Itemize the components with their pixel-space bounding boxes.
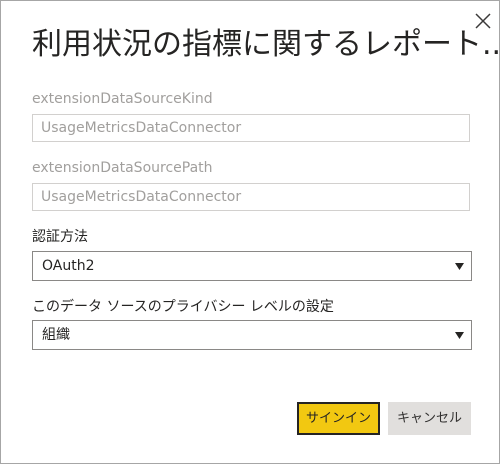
auth-method-select[interactable]: OAuth2 <box>32 251 472 281</box>
dialog: 利用状況の指標に関するレポート... extensionDataSourceKi… <box>0 0 500 464</box>
auth-method-value: OAuth2 <box>42 258 95 274</box>
path-label: extensionDataSourcePath <box>32 160 213 176</box>
cancel-button[interactable]: キャンセル <box>388 402 471 435</box>
path-field <box>32 183 470 211</box>
auth-method-label: 認証方法 <box>32 229 88 245</box>
chevron-down-icon <box>455 263 464 270</box>
path-input <box>33 184 469 210</box>
chevron-down-icon <box>455 332 464 339</box>
kind-field <box>32 114 470 142</box>
close-icon <box>472 10 494 32</box>
sign-in-button[interactable]: サインイン <box>297 402 380 435</box>
privacy-level-select[interactable]: 組織 <box>32 320 472 350</box>
privacy-level-value: 組織 <box>42 327 70 343</box>
privacy-level-label: このデータ ソースのプライバシー レベルの設定 <box>32 299 334 315</box>
kind-label: extensionDataSourceKind <box>32 91 213 107</box>
close-button[interactable] <box>472 10 494 32</box>
kind-input <box>33 115 469 141</box>
dialog-title: 利用状況の指標に関するレポート... <box>32 27 500 62</box>
